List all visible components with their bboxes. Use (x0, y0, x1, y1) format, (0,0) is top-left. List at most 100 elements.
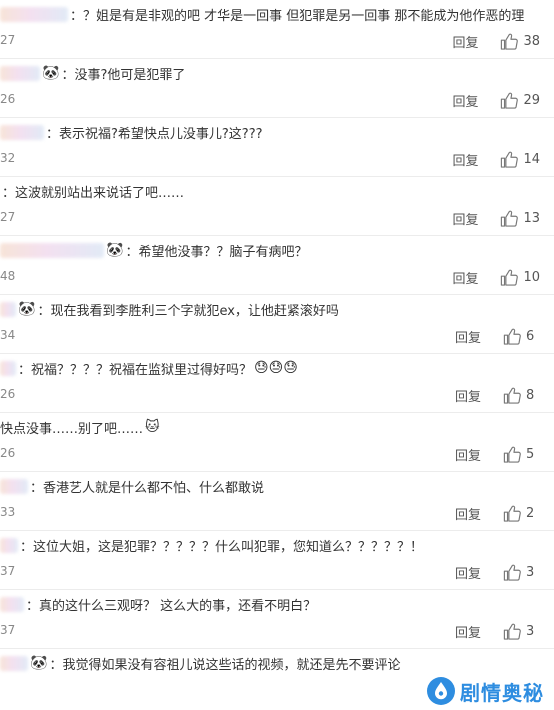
sweat-smile-icon: 😓😓😓 (254, 360, 298, 376)
panda-icon: 🐼 (106, 242, 124, 258)
comment-item: 快点没事……别了吧…… 🐱 26 回复 5 (0, 413, 554, 472)
blurred-username[interactable] (0, 65, 40, 81)
thumbs-up-icon (503, 505, 521, 522)
blurred-username[interactable] (0, 537, 18, 553)
blurred-username[interactable] (0, 360, 16, 376)
blurred-username[interactable] (0, 6, 68, 22)
blurred-username[interactable] (0, 596, 24, 612)
comment-text: ：这位大姐，这是犯罪？？？？？什么叫犯罪，您知道么？？？？？！ (20, 539, 424, 555)
drop-icon (426, 676, 456, 706)
comment-text: ：希望他没事？？脑子有病吧？ (125, 244, 308, 260)
panda-icon: 🐼 (18, 301, 36, 317)
comment-item: ：表示祝福?希望快点儿没事儿?这??? 32 回复 14 (0, 118, 554, 177)
comment-item: ：这位大姐，这是犯罪？？？？？什么叫犯罪，您知道么？？？？？！ 37 回复 3 (0, 531, 554, 590)
like-button[interactable]: 38 (500, 33, 540, 50)
thumbs-up-icon (503, 387, 521, 404)
blurred-username[interactable] (0, 655, 28, 671)
like-count: 13 (523, 210, 540, 226)
comment-item: ：真的这什么三观呀？ 这么大的事，还看不明白？ 37 回复 3 (0, 590, 554, 649)
reply-button[interactable]: 回复 (452, 268, 478, 287)
like-count: 2 (526, 505, 535, 521)
reply-button[interactable]: 回复 (452, 150, 478, 169)
like-button[interactable]: 13 (500, 210, 540, 227)
comment-time: 27 (0, 210, 16, 224)
watermark-text: 剧情奥秘 (460, 680, 544, 705)
comment-time: 34 (0, 328, 16, 342)
like-button[interactable]: 5 (503, 446, 540, 463)
blurred-username[interactable] (0, 301, 16, 317)
comment-body: 快点没事……别了吧…… 🐱 (0, 416, 554, 438)
like-count: 14 (523, 151, 540, 167)
comment-time: 33 (0, 505, 16, 519)
reply-button[interactable]: 回复 (452, 209, 478, 228)
comment-text: ：现在我看到李胜利三个字就犯ex，让他赶紧滚好吗 (37, 303, 339, 319)
comment-actions: 回复 38 (452, 31, 540, 51)
comment-text: ：？姐是有是非观的吧 才华是一回事 但犯罪是另一回事 那不能成为他作恶的理 (70, 8, 525, 24)
like-count: 29 (523, 92, 540, 108)
like-count: 3 (526, 623, 535, 639)
comment-text: ：表示祝福?希望快点儿没事儿?这??? (46, 126, 263, 142)
comment-actions: 回复 2 (455, 503, 540, 523)
reply-button[interactable]: 回复 (455, 563, 481, 582)
comment-time: 37 (0, 623, 16, 637)
comment-body: ：香港艺人就是什么都不怕、什么都敢说 (0, 475, 554, 497)
panda-icon: 🐼 (30, 655, 48, 671)
like-button[interactable]: 6 (503, 328, 540, 345)
comment-item: ：香港艺人就是什么都不怕、什么都敢说 33 回复 2 (0, 472, 554, 531)
reply-button[interactable]: 回复 (455, 445, 481, 464)
comment-actions: 回复 3 (455, 562, 540, 582)
comment-body: ：表示祝福?希望快点儿没事儿?这??? (0, 121, 554, 143)
thumbs-up-icon (503, 564, 521, 581)
like-count: 38 (523, 33, 540, 49)
like-count: 8 (526, 387, 535, 403)
like-button[interactable]: 10 (500, 269, 540, 286)
blurred-username[interactable] (0, 124, 44, 140)
comment-actions: 回复 5 (455, 444, 540, 464)
comment-text: 快点没事……别了吧…… (0, 421, 144, 437)
comment-actions: 回复 29 (452, 90, 540, 110)
thumbs-up-icon (500, 269, 519, 286)
comment-time: 26 (0, 92, 16, 106)
like-count: 6 (526, 328, 535, 344)
comment-body: ：这位大姐，这是犯罪？？？？？什么叫犯罪，您知道么？？？？？！ (0, 534, 554, 556)
like-button[interactable]: 3 (503, 564, 540, 581)
thumbs-up-icon (503, 623, 521, 640)
comment-actions: 回复 13 (452, 208, 540, 228)
like-button[interactable]: 3 (503, 623, 540, 640)
thumbs-up-icon (500, 151, 519, 168)
comment-item: 🐼 ：现在我看到李胜利三个字就犯ex，让他赶紧滚好吗 34 回复 6 (0, 295, 554, 354)
comment-body: ：这波就别站出来说话了吧…… (0, 180, 554, 202)
reply-button[interactable]: 回复 (452, 91, 478, 110)
thumbs-up-icon (503, 328, 521, 345)
comment-time: 37 (0, 564, 16, 578)
comment-time: 26 (0, 446, 16, 460)
blurred-username[interactable] (0, 242, 104, 258)
comment-item: ：这波就别站出来说话了吧…… 27 回复 13 (0, 177, 554, 236)
thumbs-up-icon (503, 446, 521, 463)
like-button[interactable]: 29 (500, 92, 540, 109)
panda-icon: 🐼 (42, 65, 60, 81)
reply-button[interactable]: 回复 (455, 504, 481, 523)
comment-list: ：？姐是有是非观的吧 才华是一回事 但犯罪是另一回事 那不能成为他作恶的理 27… (0, 0, 554, 708)
comment-text: ：我觉得如果没有容祖儿说这些话的视频，就还是先不要评论 (49, 657, 401, 673)
comment-text: ：没事?他可是犯罪了 (61, 67, 186, 83)
comment-time: 26 (0, 387, 16, 401)
comment-text: ：这波就别站出来说话了吧…… (2, 185, 185, 201)
like-button[interactable]: 14 (500, 151, 540, 168)
comment-item: ：祝福？？？？祝福在监狱里过得好吗？ 😓😓😓 26 回复 8 (0, 354, 554, 413)
comment-body: 🐼 ：希望他没事？？脑子有病吧？ (0, 239, 554, 261)
comment-time: 32 (0, 151, 16, 165)
like-button[interactable]: 2 (503, 505, 540, 522)
thumbs-up-icon (500, 210, 519, 227)
reply-button[interactable]: 回复 (455, 622, 481, 641)
comment-actions: 回复 10 (452, 267, 540, 287)
reply-button[interactable]: 回复 (452, 32, 478, 51)
reply-button[interactable]: 回复 (455, 386, 481, 405)
like-button[interactable]: 8 (503, 387, 540, 404)
blurred-username[interactable] (0, 478, 28, 494)
reply-button[interactable]: 回复 (455, 327, 481, 346)
comment-text: ：祝福？？？？祝福在监狱里过得好吗？ (18, 362, 253, 378)
comment-actions: 回复 3 (455, 621, 540, 641)
comment-time: 48 (0, 269, 16, 283)
comment-actions: 回复 8 (455, 385, 540, 405)
